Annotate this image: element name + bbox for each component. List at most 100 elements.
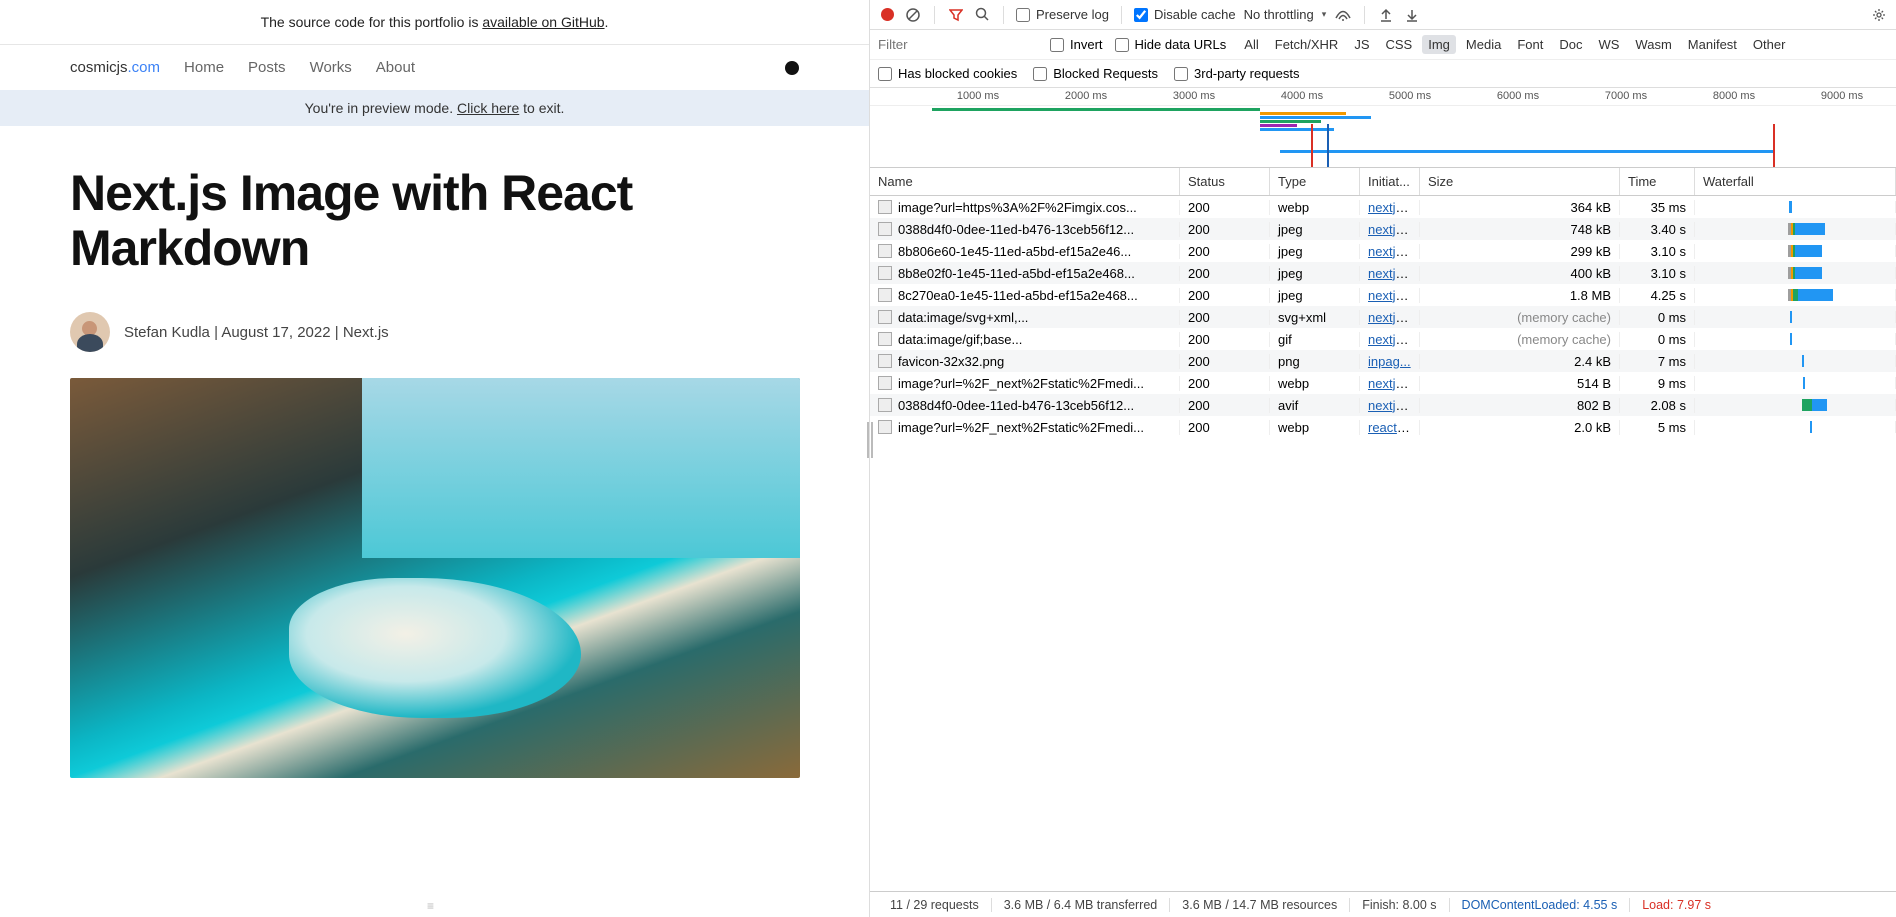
settings-gear-icon[interactable] <box>1870 6 1888 24</box>
page-title: Next.js Image with React Markdown <box>70 166 799 276</box>
initiator-link[interactable]: nextjs... <box>1368 244 1413 259</box>
record-button[interactable] <box>878 6 896 24</box>
type-chip-ws[interactable]: WS <box>1592 35 1625 54</box>
col-waterfall: Waterfall <box>1695 168 1896 195</box>
initiator-link[interactable]: inpag... <box>1368 354 1411 369</box>
byline: Stefan Kudla | August 17, 2022 | Next.js <box>70 312 799 352</box>
filter-icon[interactable] <box>947 6 965 24</box>
chevron-down-icon: ▾ <box>1322 9 1327 20</box>
filter-row-2: Has blocked cookies Blocked Requests 3rd… <box>870 60 1896 88</box>
brand[interactable]: cosmicjs.com <box>70 59 160 76</box>
network-footer: 11 / 29 requests 3.6 MB / 6.4 MB transfe… <box>870 891 1896 917</box>
col-time: Time <box>1620 168 1695 195</box>
github-banner: The source code for this portfolio is av… <box>0 0 869 45</box>
table-row[interactable]: 8c270ea0-1e45-11ed-a5bd-ef15a2e468...200… <box>870 284 1896 306</box>
invert-checkbox[interactable]: Invert <box>1050 37 1103 52</box>
footer-transferred: 3.6 MB / 6.4 MB transferred <box>992 898 1171 912</box>
clear-button[interactable] <box>904 6 922 24</box>
table-row[interactable]: 0388d4f0-0dee-11ed-b476-13ceb56f12...200… <box>870 394 1896 416</box>
overview-timeline[interactable]: 1000 ms2000 ms3000 ms4000 ms5000 ms6000 … <box>870 88 1896 168</box>
initiator-link[interactable]: react-... <box>1368 420 1412 435</box>
type-chip-wasm[interactable]: Wasm <box>1629 35 1677 54</box>
col-size: Size <box>1420 168 1620 195</box>
preview-mode-bar: You're in preview mode. Click here to ex… <box>0 90 869 126</box>
initiator-link[interactable]: nextjs... <box>1368 376 1413 391</box>
table-row[interactable]: data:image/svg+xml,...200svg+xmlnextjs..… <box>870 306 1896 328</box>
table-row[interactable]: favicon-32x32.png200pnginpag...2.4 kB7 m… <box>870 350 1896 372</box>
blocked-requests-checkbox[interactable]: Blocked Requests <box>1033 66 1158 81</box>
initiator-link[interactable]: nextjs... <box>1368 398 1413 413</box>
type-chip-fetchxhr[interactable]: Fetch/XHR <box>1269 35 1345 54</box>
nav-posts[interactable]: Posts <box>248 59 286 76</box>
panel-resize-handle[interactable] <box>867 422 873 458</box>
initiator-link[interactable]: nextjs... <box>1368 310 1413 325</box>
site-preview-panel: The source code for this portfolio is av… <box>0 0 870 917</box>
type-filter-chips: All Fetch/XHRJS CSSImgMediaFontDocWSWasm Ma… <box>1238 35 1791 54</box>
hide-data-urls-checkbox[interactable]: Hide data URLs <box>1115 37 1227 52</box>
table-row[interactable]: 0388d4f0-0dee-11ed-b476-13ceb56f12...200… <box>870 218 1896 240</box>
gh-banner-text: The source code for this portfolio is <box>261 14 483 30</box>
exit-preview-link[interactable]: Click here <box>457 100 519 116</box>
site-nav: cosmicjs.com Home Posts Works About <box>0 45 869 90</box>
footer-resources: 3.6 MB / 14.7 MB resources <box>1170 898 1350 912</box>
table-row[interactable]: 8b806e60-1e45-11ed-a5bd-ef15a2e46...200j… <box>870 240 1896 262</box>
type-chip-all[interactable]: All <box>1238 35 1264 54</box>
network-table: Name Status Type Initiat... Size Time Wa… <box>870 168 1896 891</box>
filter-row: Invert Hide data URLs All Fetch/XHRJS CSSI… <box>870 30 1896 60</box>
nav-about[interactable]: About <box>376 59 415 76</box>
blocked-cookies-checkbox[interactable]: Has blocked cookies <box>878 66 1017 81</box>
footer-requests: 11 / 29 requests <box>878 898 992 912</box>
table-header[interactable]: Name Status Type Initiat... Size Time Wa… <box>870 168 1896 196</box>
table-row[interactable]: image?url=%2F_next%2Fstatic%2Fmedi...200… <box>870 372 1896 394</box>
initiator-link[interactable]: nextjs... <box>1368 200 1413 215</box>
import-har-icon[interactable] <box>1377 6 1395 24</box>
file-icon <box>878 354 892 368</box>
avatar <box>70 312 110 352</box>
table-row[interactable]: image?url=https%3A%2F%2Fimgix.cos...200w… <box>870 196 1896 218</box>
initiator-link[interactable]: nextjs... <box>1368 288 1413 303</box>
third-party-checkbox[interactable]: 3rd-party requests <box>1174 66 1300 81</box>
filter-input[interactable] <box>878 37 1038 52</box>
hero-image <box>70 378 800 778</box>
file-icon <box>878 288 892 302</box>
nav-works[interactable]: Works <box>310 59 352 76</box>
search-icon[interactable] <box>973 6 991 24</box>
file-icon <box>878 310 892 324</box>
initiator-link[interactable]: nextjs... <box>1368 266 1413 281</box>
file-icon <box>878 200 892 214</box>
network-toolbar: Preserve log Disable cache No throttling… <box>870 0 1896 30</box>
type-chip-manifest[interactable]: Manifest <box>1682 35 1743 54</box>
file-icon <box>878 398 892 412</box>
article: Next.js Image with React Markdown Stefan… <box>0 126 869 798</box>
author-name: Stefan Kudla <box>124 324 210 341</box>
post-category: Next.js <box>343 324 389 341</box>
export-har-icon[interactable] <box>1403 6 1421 24</box>
preserve-log-checkbox[interactable]: Preserve log <box>1016 7 1109 22</box>
type-chip-css[interactable]: CSS <box>1380 35 1419 54</box>
col-initiator: Initiat... <box>1360 168 1420 195</box>
file-icon <box>878 266 892 280</box>
type-chip-js[interactable]: JS <box>1348 35 1375 54</box>
type-chip-img[interactable]: Img <box>1422 35 1456 54</box>
disable-cache-checkbox[interactable]: Disable cache <box>1134 7 1236 22</box>
github-link[interactable]: available on GitHub <box>482 14 604 30</box>
theme-toggle-icon[interactable] <box>785 61 799 75</box>
table-row[interactable]: 8b8e02f0-1e45-11ed-a5bd-ef15a2e468...200… <box>870 262 1896 284</box>
type-chip-media[interactable]: Media <box>1460 35 1507 54</box>
resize-grip-icon[interactable]: ≡ <box>0 893 869 917</box>
table-row[interactable]: image?url=%2F_next%2Fstatic%2Fmedi...200… <box>870 416 1896 438</box>
file-icon <box>878 332 892 346</box>
type-chip-other[interactable]: Other <box>1747 35 1792 54</box>
file-icon <box>878 222 892 236</box>
network-conditions-icon[interactable] <box>1334 6 1352 24</box>
type-chip-doc[interactable]: Doc <box>1553 35 1588 54</box>
throttling-select[interactable]: No throttling <box>1244 7 1314 22</box>
table-row[interactable]: data:image/gif;base...200gifnextjs...(me… <box>870 328 1896 350</box>
nav-home[interactable]: Home <box>184 59 224 76</box>
col-type: Type <box>1270 168 1360 195</box>
footer-dcl: DOMContentLoaded: 4.55 s <box>1450 898 1631 912</box>
initiator-link[interactable]: nextjs... <box>1368 222 1413 237</box>
initiator-link[interactable]: nextjs... <box>1368 332 1413 347</box>
col-status: Status <box>1180 168 1270 195</box>
type-chip-font[interactable]: Font <box>1511 35 1549 54</box>
